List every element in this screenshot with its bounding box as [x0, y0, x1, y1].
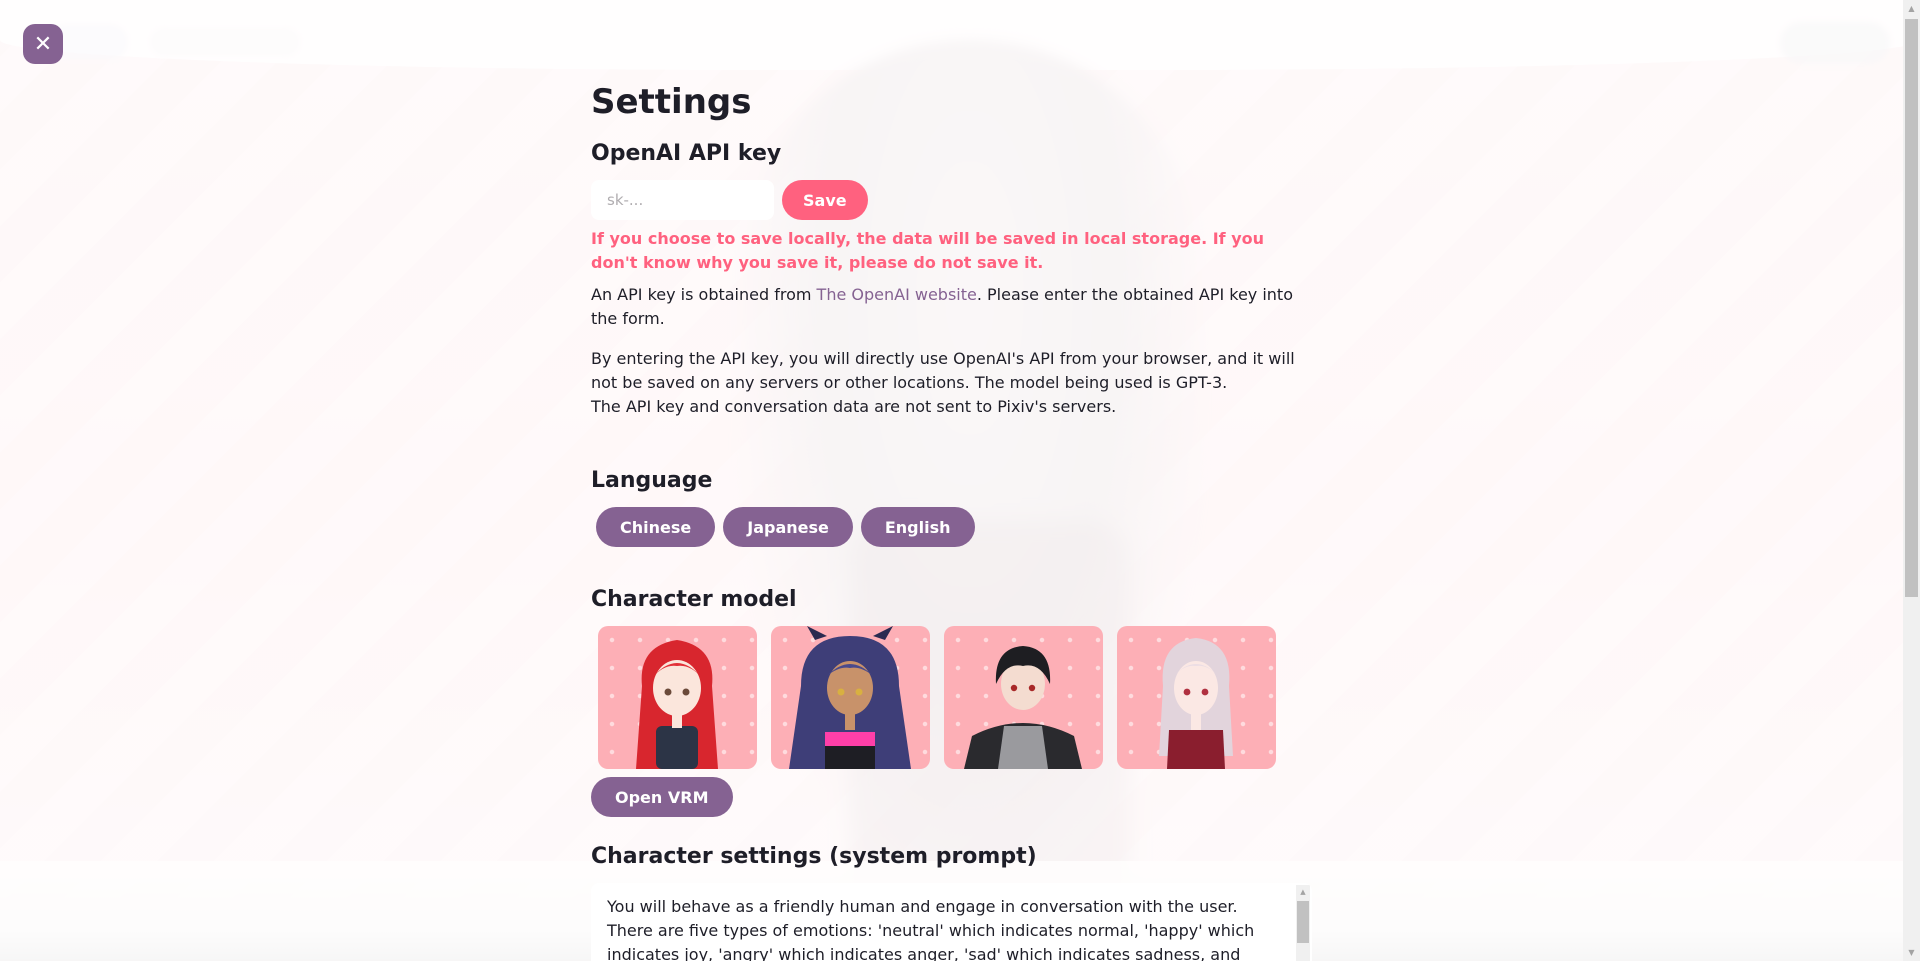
api-key-input[interactable]	[591, 180, 774, 220]
api-key-note-line1: By entering the API key, you will direct…	[591, 349, 1295, 392]
character-settings-heading: Character settings (system prompt)	[591, 844, 1037, 869]
avatar-black-hair-icon	[964, 646, 1082, 769]
page-title: Settings	[591, 82, 752, 122]
api-key-note-line2: The API key and conversation data are no…	[591, 397, 1117, 416]
avatar-silver-hair-icon	[1159, 638, 1233, 769]
prompt-scroll-up-icon[interactable]: ▲	[1296, 885, 1310, 899]
settings-panel: Settings OpenAI API key Save If you choo…	[591, 80, 1312, 961]
prompt-scroll-thumb[interactable]	[1297, 901, 1309, 943]
api-key-row: Save	[591, 180, 1295, 220]
api-key-heading: OpenAI API key	[591, 141, 782, 166]
character-model-card[interactable]	[1117, 626, 1276, 769]
language-chinese-button[interactable]: Chinese	[596, 507, 716, 547]
avatar-purple-hair-icon	[789, 626, 911, 769]
prompt-scrollbar[interactable]: ▲	[1296, 885, 1310, 961]
open-vrm-button[interactable]: Open VRM	[591, 777, 733, 817]
avatar-red-hair-icon	[636, 640, 718, 769]
close-button[interactable]: ✕	[23, 24, 63, 64]
close-icon: ✕	[33, 31, 53, 57]
save-warning: If you choose to save locally, the data …	[591, 229, 1265, 272]
save-button[interactable]: Save	[782, 180, 868, 220]
api-key-note: By entering the API key, you will direct…	[591, 347, 1295, 419]
scroll-up-icon[interactable]: ▲	[1903, 0, 1920, 17]
openai-website-link[interactable]: The OpenAI website	[817, 285, 977, 304]
character-model-card[interactable]	[944, 626, 1103, 769]
language-english-button[interactable]: English	[860, 507, 975, 547]
language-section: Language Chinese Japanese English	[591, 467, 1295, 547]
api-key-info: An API key is obtained from The OpenAI w…	[591, 283, 1295, 331]
language-heading: Language	[591, 468, 713, 493]
system-prompt-text: You will behave as a friendly human and …	[607, 897, 1255, 961]
character-model-card[interactable]	[598, 626, 757, 769]
language-japanese-button[interactable]: Japanese	[723, 507, 853, 547]
character-model-card[interactable]	[771, 626, 930, 769]
scroll-thumb[interactable]	[1905, 19, 1918, 597]
character-model-heading: Character model	[591, 587, 797, 612]
character-model-section: Character model Open VRM	[591, 586, 1295, 817]
api-key-section: OpenAI API key Save If you choose to sav…	[591, 140, 1295, 419]
page-scrollbar[interactable]: ▲ ▼	[1903, 0, 1920, 961]
character-settings-section: Character settings (system prompt) You w…	[591, 843, 1312, 961]
system-prompt-textarea[interactable]: You will behave as a friendly human and …	[591, 883, 1312, 961]
api-key-info-prefix: An API key is obtained from	[591, 285, 817, 304]
language-options: Chinese Japanese English	[591, 507, 1295, 547]
character-model-grid	[591, 626, 1295, 769]
scroll-down-icon[interactable]: ▼	[1903, 944, 1920, 961]
